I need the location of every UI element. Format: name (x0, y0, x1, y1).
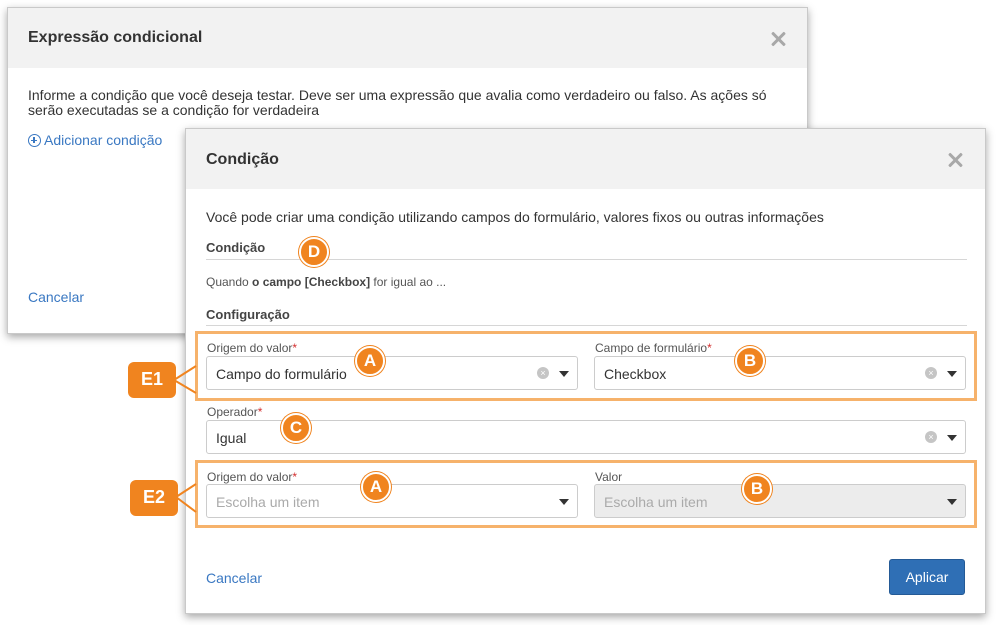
select-value: Igual (216, 430, 247, 446)
annotation-outline-e1 (195, 331, 977, 401)
annotation-tag-e2: E2 (130, 480, 178, 516)
dialog-title: Expressão condicional (28, 29, 203, 46)
plus-circle-icon (28, 134, 41, 147)
annotation-badge-c: C (281, 413, 311, 443)
close-icon[interactable] (769, 30, 787, 48)
add-condition-link[interactable]: Adicionar condição (28, 132, 162, 148)
dialog-header: Condição (186, 129, 985, 189)
close-icon[interactable] (946, 151, 964, 169)
caret-down-icon (947, 435, 957, 441)
divider (206, 325, 967, 326)
condition-summary: Quando o campo [Checkbox] for igual ao .… (206, 275, 447, 289)
add-condition-label: Adicionar condição (44, 132, 163, 148)
annotation-outline-e2 (195, 460, 977, 528)
dialog-description: Informe a condição que você deseja testa… (28, 87, 767, 118)
apply-button[interactable]: Aplicar (889, 559, 965, 595)
condition-section-title: Condição (206, 240, 266, 255)
config-section-title: Configuração (206, 307, 290, 322)
annotation-badge-d: D (299, 237, 329, 267)
annotation-badge-b: B (742, 474, 772, 504)
annotation-badge-b: B (735, 346, 765, 376)
dialog-title: Condição (206, 151, 279, 168)
cancel-button[interactable]: Cancelar (28, 289, 84, 305)
dialog-description: Você pode criar uma condição utilizando … (206, 209, 824, 225)
operator-select[interactable]: Igual × (206, 420, 966, 454)
annotation-tag-e1: E1 (128, 362, 176, 398)
operator-label: Operador* (207, 405, 263, 419)
annotation-badge-a: A (355, 346, 385, 376)
dialog-header: Expressão condicional (8, 8, 807, 68)
cancel-button[interactable]: Cancelar (206, 570, 262, 586)
clear-icon[interactable]: × (925, 431, 937, 443)
annotation-badge-a: A (361, 472, 391, 502)
